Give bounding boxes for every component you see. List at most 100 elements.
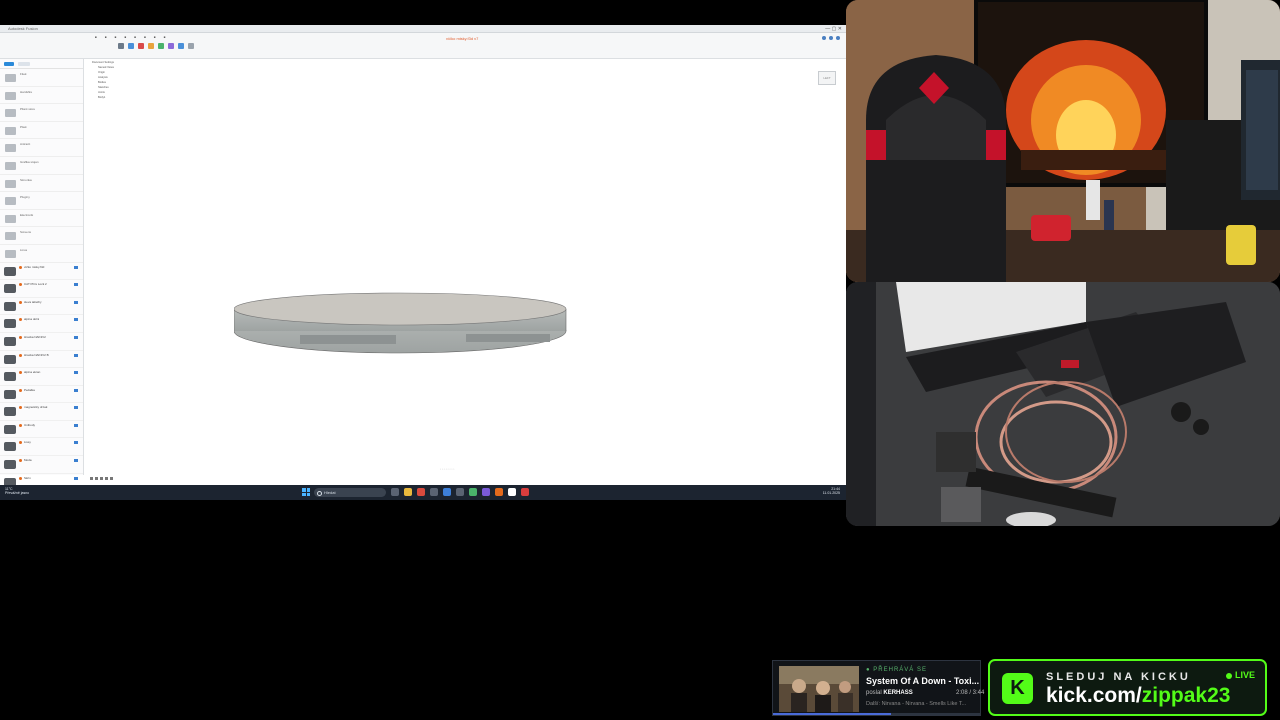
browser-node[interactable]: Bodies <box>92 81 152 85</box>
chrome-icon[interactable] <box>508 488 516 496</box>
window-controls[interactable]: — ▢ ✕ <box>825 26 842 32</box>
document-tab-title[interactable]: víčko misky.f3d v7 <box>446 36 478 41</box>
folder-item[interactable]: Linos <box>0 245 83 263</box>
folder-icon <box>5 74 16 82</box>
folder-item[interactable]: Screens <box>0 227 83 245</box>
stream-layout: Autodesk Fusion — ▢ ✕ ■ ■ ■ ■ ■ ■ ■ ■ ví… <box>0 0 1280 720</box>
folder-item[interactable]: Simonka <box>0 175 83 193</box>
system-tray[interactable]: 21:44 11.01.2025 <box>823 487 840 495</box>
upload-button[interactable] <box>4 61 14 66</box>
weather-desc: Převážně jasno <box>5 491 30 495</box>
help-icon[interactable] <box>822 36 826 40</box>
file-item[interactable]: CAT PICs Lock 2 <box>0 280 83 298</box>
folder-item[interactable]: Electronik <box>0 210 83 228</box>
browser-node[interactable]: Joints <box>92 91 152 95</box>
folder-label: Antracit <box>20 142 31 147</box>
browser-node[interactable]: Sketches <box>92 86 152 90</box>
file-item[interactable]: alpina dolni <box>0 315 83 333</box>
file-thumbnail <box>4 266 16 276</box>
version-badge <box>74 406 78 410</box>
requested-by: poslal KERHASS <box>866 690 913 696</box>
file-item[interactable]: magneticky drzak <box>0 403 83 421</box>
timeline-play-icon[interactable] <box>100 476 103 480</box>
sketch-icon[interactable] <box>118 43 124 49</box>
app-icon[interactable] <box>430 488 438 496</box>
file-name: magneticky drzak <box>24 405 48 410</box>
app-icon[interactable] <box>469 488 477 496</box>
timeline-first-icon[interactable] <box>90 476 93 480</box>
file-explorer-icon[interactable] <box>404 488 412 496</box>
tab-inspect[interactable]: ■ <box>164 35 166 39</box>
weather-widget[interactable]: 11°C Převážně jasno <box>5 487 29 495</box>
app-icon[interactable] <box>521 488 529 496</box>
tab-solid[interactable]: ■ <box>95 35 97 39</box>
file-thumbnail <box>4 372 16 382</box>
song-progress-bar <box>773 713 980 715</box>
fusion-file-icon <box>19 476 22 480</box>
browser-node[interactable]: Analysis <box>92 76 152 80</box>
file-item[interactable]: víčko misky.f3d <box>0 263 83 281</box>
timeline[interactable] <box>90 475 150 481</box>
browser-icon[interactable] <box>417 488 425 496</box>
revolve-icon[interactable] <box>138 43 144 49</box>
file-item[interactable]: Unibody <box>0 421 83 439</box>
new-folder-button[interactable] <box>18 61 30 66</box>
measure-icon[interactable] <box>188 43 194 49</box>
move-icon[interactable] <box>178 43 184 49</box>
clock-date: 11.01.2025 <box>822 491 840 495</box>
folder-item[interactable]: Hardsfire <box>0 87 83 105</box>
fillet-icon[interactable] <box>158 43 164 49</box>
notification-icon[interactable] <box>829 36 833 40</box>
profile-icon[interactable] <box>836 36 840 40</box>
tab-surface[interactable]: ■ <box>105 35 107 39</box>
file-item[interactable]: Lissy <box>0 438 83 457</box>
browser-node[interactable]: Body1 <box>92 96 152 100</box>
kick-url: kick.com/zippak23 <box>1046 684 1231 707</box>
file-item[interactable]: sleva tabelhy <box>0 298 83 316</box>
hole-icon[interactable] <box>148 43 154 49</box>
tab-utilities[interactable]: ■ <box>144 35 146 39</box>
tab-sheet-metal[interactable]: ■ <box>124 35 126 39</box>
navigation-bar[interactable]: ◦ ◦ ◦ ◦ ◦ ◦ ◦ ◦ <box>440 467 454 471</box>
viewcube[interactable]: LEFT <box>818 71 836 85</box>
folder-item[interactable]: Pluginy <box>0 192 83 210</box>
discord-icon[interactable] <box>482 488 490 496</box>
shell-icon[interactable] <box>168 43 174 49</box>
tab-manage[interactable]: ■ <box>154 35 156 39</box>
fusion-file-icon <box>19 335 22 339</box>
timeline-last-icon[interactable] <box>110 476 113 480</box>
browser-node[interactable]: Named Views <box>92 66 152 70</box>
file-item[interactable]: Pedalka <box>0 386 83 404</box>
file-name: Unibody <box>24 422 36 427</box>
browser-node[interactable]: Document Settings <box>92 61 152 65</box>
taskbar-search[interactable]: Hledat <box>314 488 386 497</box>
window-title: Autodesk Fusion <box>8 26 38 31</box>
file-item[interactable]: Hracka NAK3V2 <box>0 333 83 351</box>
file-item[interactable]: Hracka NAK3V2 B <box>0 351 83 369</box>
design-canvas[interactable]: LEFT <box>84 59 846 475</box>
timeline-next-icon[interactable] <box>105 476 108 480</box>
extrude-icon[interactable] <box>128 43 134 49</box>
file-name: Hracka NAK3V2 <box>24 334 46 339</box>
ribbon-right-icons <box>822 36 840 40</box>
tab-plastic[interactable]: ■ <box>134 35 136 39</box>
fusion-file-icon <box>19 353 22 357</box>
folder-item[interactable]: Grafika stojan <box>0 157 83 175</box>
windows-start-icon[interactable] <box>302 488 310 496</box>
folder-item[interactable]: Antracit <box>0 139 83 157</box>
file-name: Hracka NAK3V2 B <box>24 352 49 357</box>
fusion-icon[interactable] <box>495 488 503 496</box>
timeline-prev-icon[interactable] <box>95 476 98 480</box>
folder-item[interactable]: Pliant store <box>0 104 83 122</box>
folder-item[interactable]: Pitek <box>0 122 83 140</box>
file-item[interactable]: Moda <box>0 456 83 474</box>
terminal-icon[interactable] <box>456 488 464 496</box>
app-icon[interactable] <box>443 488 451 496</box>
ribbon-tabs[interactable]: ■ ■ ■ ■ ■ ■ ■ ■ <box>95 35 166 39</box>
folder-item[interactable]: Fitek <box>0 69 83 87</box>
tab-mesh[interactable]: ■ <box>115 35 117 39</box>
lid-model[interactable] <box>234 291 574 361</box>
file-item[interactable]: alpina ekran <box>0 368 83 386</box>
browser-node[interactable]: Origin <box>92 71 152 75</box>
task-view-icon[interactable] <box>391 488 399 496</box>
